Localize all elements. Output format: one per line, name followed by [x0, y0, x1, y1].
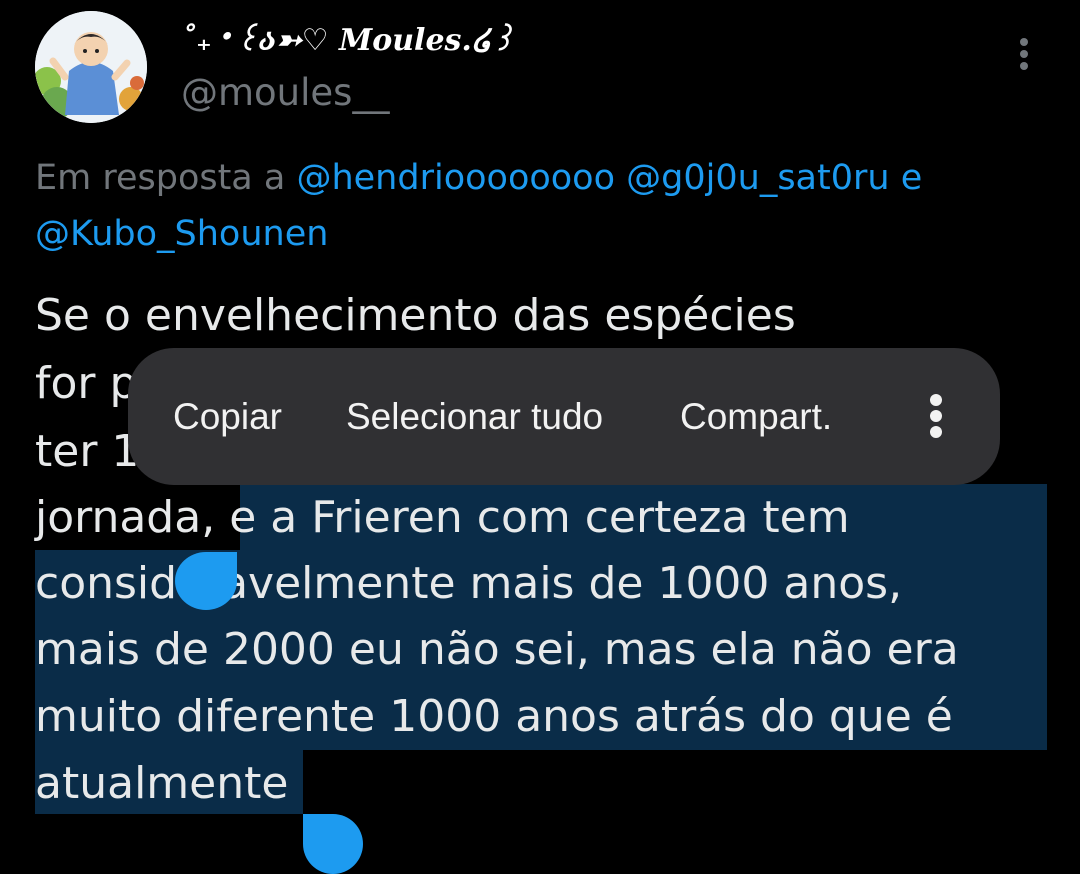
reply-user-link[interactable]: @hendrioooooooo [296, 158, 615, 198]
tweet-text-selected: consid [35, 558, 178, 609]
tweet-text-line: consid avelmente mais de 1000 anos, [35, 550, 902, 617]
more-options-icon[interactable] [1004, 34, 1044, 74]
reply-user-link[interactable]: @Kubo_Shounen [35, 214, 328, 254]
user-handle[interactable]: @moules__ [181, 68, 389, 118]
tweet-text-line: for p [35, 358, 138, 409]
tweet-text-line: atualmente [35, 758, 289, 809]
reply-context: Em resposta a @hendrioooooooo @g0j0u_sat… [35, 150, 1065, 206]
tweet-text-unselected: jornada, [35, 492, 230, 543]
reply-prefix: Em resposta a [35, 158, 297, 198]
copy-button[interactable]: Copiar [173, 390, 282, 444]
share-button[interactable]: Compart. [680, 390, 832, 444]
tweet-text-line: jornada, e a Frieren com certeza tem [35, 484, 850, 551]
tweet-text-selected: avelmente mais de 1000 anos, [221, 558, 903, 609]
tweet-text-line: Se o envelhecimento das espécies [35, 290, 796, 341]
user-avatar[interactable] [35, 11, 147, 123]
reply-context-continued: @Kubo_Shounen [35, 206, 1065, 262]
display-name[interactable]: ˚₊‧꒰ა➳♡ 𝑴𝒐𝒖𝒍𝒆𝒔.໒꒱ [181, 16, 515, 66]
vertical-ellipsis-icon[interactable] [918, 388, 954, 444]
tweet-text-line: mais de 2000 eu não sei, mas ela não era [35, 624, 959, 675]
selection-start-handle[interactable] [175, 552, 237, 610]
text-selection-toolbar: Copiar Selecionar tudo Compart. [128, 348, 1000, 485]
tweet-text-line: ter 1 [35, 426, 140, 477]
selection-end-handle[interactable] [303, 814, 363, 874]
tweet-text-line: muito diferente 1000 anos atrás do que é [35, 691, 953, 742]
reply-conjunction: e [889, 158, 923, 198]
reply-user-link[interactable]: @g0j0u_sat0ru [626, 158, 889, 198]
tweet-text-selected: e a Frieren com certeza tem [229, 492, 850, 543]
select-all-button[interactable]: Selecionar tudo [346, 390, 603, 444]
